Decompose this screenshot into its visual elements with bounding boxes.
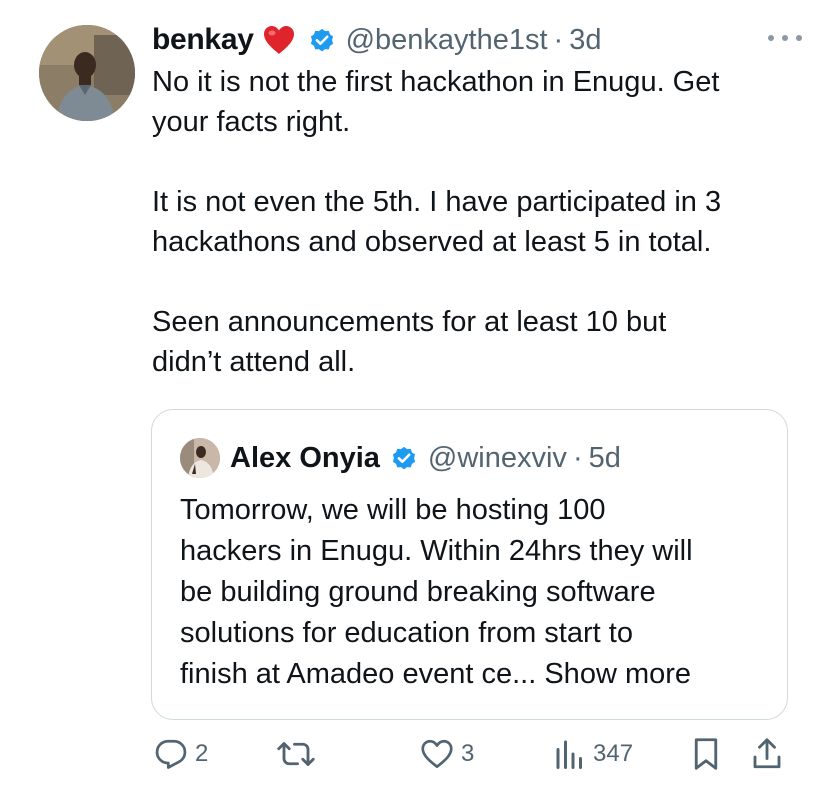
views-count: 347 [593,740,634,767]
quoted-author-handle[interactable]: @winexviv [428,442,567,475]
like-count: 3 [461,740,475,767]
tweet-action-bar: 2 3 347 [0,733,828,775]
bookmark-icon [690,736,722,772]
tweet-header: benkay @benkaythe1st · 3d [152,18,601,62]
author-name[interactable]: benkay [152,23,254,57]
author-avatar[interactable] [39,25,135,121]
tweet-timestamp[interactable]: 3d [569,24,601,57]
quoted-tweet-header: Alex Onyia @winexviv · 5d [180,438,621,478]
quoted-author-name[interactable]: Alex Onyia [230,442,380,475]
views-button[interactable]: 347 [553,733,633,775]
like-button[interactable]: 3 [419,733,474,775]
bookmark-button[interactable] [690,733,722,775]
retweet-button[interactable] [276,733,316,775]
like-icon [419,736,455,772]
author-handle[interactable]: @benkaythe1st [346,24,548,57]
separator-dot: · [553,23,564,56]
reply-button[interactable]: 2 [153,733,208,775]
more-options-icon[interactable] [768,28,802,48]
reply-icon [153,736,189,772]
tweet-text: No it is not the first hackathon in Enug… [152,66,722,378]
show-more-link[interactable]: Show more [544,658,691,690]
verified-badge-icon[interactable] [390,444,418,472]
separator-dot: · [572,441,583,474]
share-button[interactable] [750,733,784,775]
retweet-icon [276,736,316,772]
quoted-tweet-text: Tomorrow, we will be hosting 100 hackers… [180,490,770,695]
quoted-timestamp[interactable]: 5d [589,442,621,475]
quoted-tweet-card[interactable]: Alex Onyia @winexviv · 5d Tomorrow, we w… [151,409,788,720]
heart-icon [262,24,296,56]
quoted-author-avatar[interactable] [180,438,220,478]
verified-badge-icon[interactable] [308,26,336,54]
views-icon [553,736,587,772]
share-icon [750,736,784,772]
reply-count: 2 [195,740,209,767]
